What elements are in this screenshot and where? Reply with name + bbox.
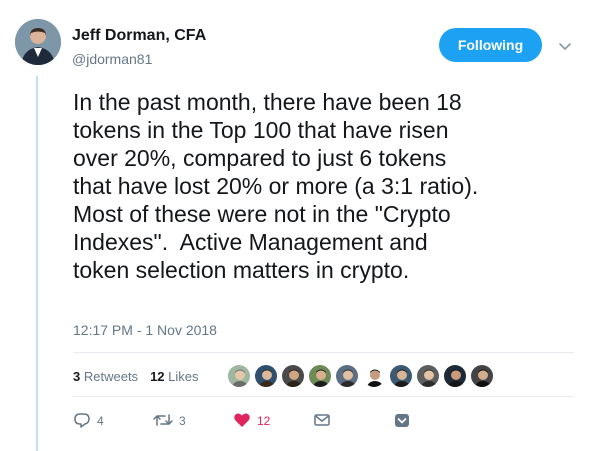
retweet-action[interactable]: 3 [153, 411, 233, 432]
retweet-count: 3 [179, 414, 186, 428]
liker-avatars [227, 362, 497, 390]
tweet-text: In the past month, there have been 18 to… [73, 89, 479, 283]
share-action[interactable] [393, 411, 473, 432]
share-icon [393, 411, 411, 432]
liker-avatar[interactable] [362, 364, 386, 388]
retweets-label: Retweets [83, 368, 139, 384]
chevron-down-icon[interactable] [557, 38, 573, 54]
heart-icon [233, 411, 251, 432]
like-count: 12 [257, 414, 271, 428]
stats-row: 3 Retweets 12 Likes [73, 360, 211, 392]
retweets-count: 3 [73, 368, 81, 384]
divider [73, 396, 574, 397]
following-button[interactable]: Following [439, 28, 542, 62]
liker-avatar[interactable] [443, 364, 467, 388]
retweet-icon [153, 411, 173, 432]
message-icon [313, 411, 331, 432]
liker-avatar[interactable] [335, 364, 359, 388]
like-action[interactable]: 12 [233, 411, 313, 432]
likes-count: 12 [150, 368, 165, 384]
liker-avatar[interactable] [308, 364, 332, 388]
liker-avatar[interactable] [389, 364, 413, 388]
reply-icon [73, 411, 91, 432]
thread-line [36, 76, 38, 451]
message-action[interactable] [313, 411, 393, 432]
retweets-stat[interactable]: 3 Retweets [73, 369, 138, 384]
likes-stat[interactable]: 12 Likes [150, 369, 198, 384]
liker-avatar[interactable] [281, 364, 305, 388]
liker-avatar[interactable] [227, 364, 251, 388]
tweet-timestamp[interactable]: 12:17 PM - 1 Nov 2018 [73, 322, 217, 338]
reply-action[interactable]: 4 [73, 411, 153, 432]
liker-avatar[interactable] [416, 364, 440, 388]
avatar[interactable] [15, 19, 61, 65]
author-name[interactable]: Jeff Dorman, CFA [72, 27, 206, 45]
likes-label: Likes [168, 368, 199, 384]
divider [73, 352, 574, 353]
liker-avatar[interactable] [254, 364, 278, 388]
author-handle[interactable]: @jdorman81 [72, 51, 152, 67]
tweet-actions: 4 3 12 [73, 409, 473, 433]
reply-count: 4 [97, 414, 104, 428]
liker-avatar[interactable] [470, 364, 494, 388]
